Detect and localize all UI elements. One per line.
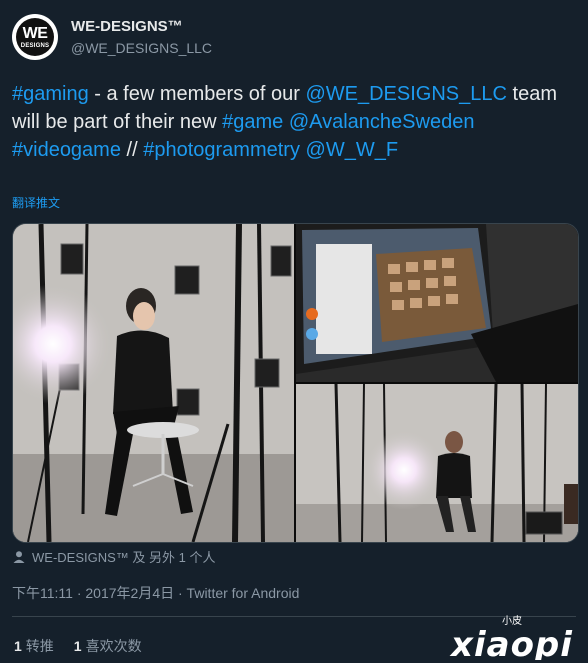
studio-subject-photo[interactable]	[296, 384, 578, 542]
retweets-count: 1	[14, 638, 22, 654]
tweet-timestamp[interactable]: 下午11:11 · 2017年2月4日 · Twitter for Androi…	[12, 583, 299, 603]
avatar-logo: WE DESIGNS	[16, 18, 54, 56]
laptop-software-photo[interactable]	[296, 224, 578, 382]
xiaopi-watermark-logo: 小皮 xiaopi	[449, 614, 573, 660]
media-grid	[12, 223, 579, 543]
avatar[interactable]: WE DESIGNS	[12, 14, 58, 60]
liked-by-row[interactable]: WE-DESIGNS™ 及 另外 1 个人	[12, 547, 215, 566]
laptop-scene-illustration	[296, 224, 578, 382]
rig-scene-illustration	[13, 224, 294, 542]
studio-scene-illustration	[296, 384, 578, 542]
tweet-text-segment: //	[120, 139, 144, 161]
likes-stat[interactable]: 1 喜欢次数	[74, 636, 142, 656]
hashtag-link[interactable]: #videogame	[12, 139, 121, 161]
avatar-logo-subtext: DESIGNS	[20, 42, 50, 49]
retweets-stat[interactable]: 1 转推	[14, 636, 54, 656]
mention-link[interactable]: @WE_DESIGNS_LLC	[305, 83, 506, 105]
person-icon	[13, 550, 25, 563]
retweets-label: 转推	[25, 638, 54, 654]
engagement-stats: 1 转推 1 喜欢次数	[14, 636, 142, 656]
tweet-text: #gaming - a few members of our @WE_DESIG…	[12, 80, 582, 164]
avatar-logo-text: WE	[22, 24, 48, 42]
author-handle[interactable]: @WE_DESIGNS_LLC	[71, 40, 212, 56]
photogrammetry-rig-photo[interactable]	[13, 224, 294, 542]
translate-tweet-link[interactable]: 翻译推文	[12, 194, 60, 211]
watermark-text: xiaopi	[449, 625, 573, 660]
likes-count: 1	[73, 638, 82, 654]
author-display-name[interactable]: WE-DESIGNS™	[71, 18, 183, 35]
mention-link[interactable]: @W_W_F	[306, 139, 399, 161]
likes-label: 喜欢次数	[85, 638, 142, 654]
hashtag-link[interactable]: #game	[222, 111, 283, 133]
hashtag-link[interactable]: #gaming	[12, 83, 89, 105]
tweet-text-segment: - a few members of our	[88, 83, 306, 105]
liked-by-text: WE-DESIGNS™ 及 另外 1 个人	[32, 550, 216, 565]
mention-link[interactable]: @AvalancheSweden	[289, 111, 475, 133]
hashtag-link[interactable]: #photogrammetry	[143, 139, 300, 161]
tweet-card: WE DESIGNS WE-DESIGNS™ @WE_DESIGNS_LLC #…	[0, 0, 588, 663]
